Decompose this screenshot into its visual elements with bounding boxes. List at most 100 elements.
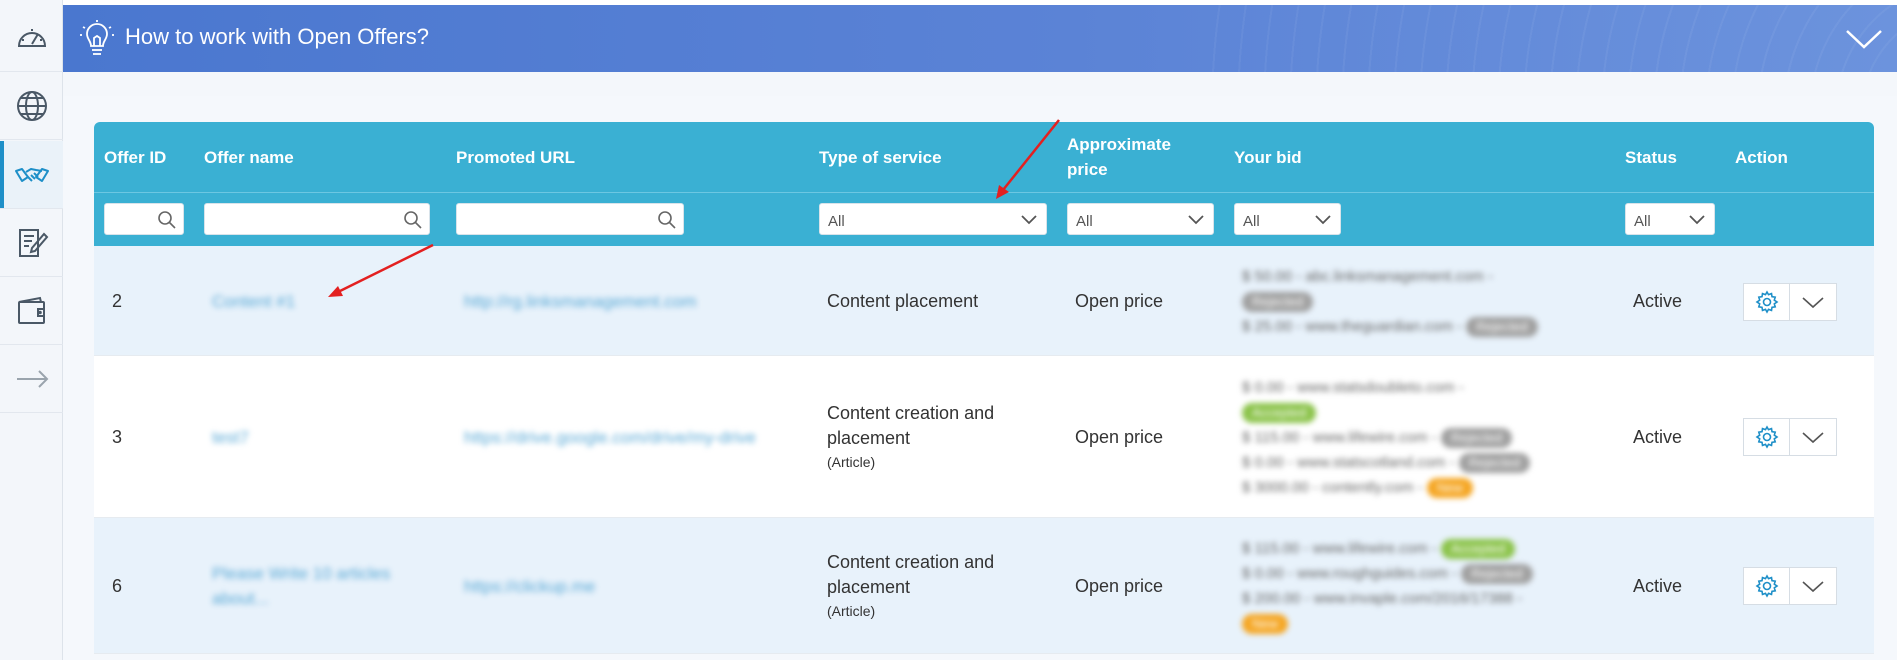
service-cell: Content creation and placement (Article) bbox=[827, 356, 1047, 518]
bids-cell: $ 0.00 - www.statsdoubleto.com - Accepte… bbox=[1242, 356, 1612, 518]
offer-id-cell: 6 bbox=[112, 575, 123, 596]
offer-id-cell: 2 bbox=[112, 290, 123, 311]
approximate-price-select-value: All bbox=[1076, 213, 1093, 230]
chevron-down-icon bbox=[1802, 297, 1824, 309]
col-your-bid[interactable]: Your bid bbox=[1234, 122, 1434, 192]
banner-title: How to work with Open Offers? bbox=[125, 24, 430, 49]
offer-name-filter-input[interactable] bbox=[204, 203, 430, 235]
offer-name-text: Content #1 bbox=[212, 291, 296, 311]
settings-button[interactable] bbox=[1743, 567, 1790, 605]
settings-button[interactable] bbox=[1743, 418, 1790, 456]
service-text: Content creation and placement bbox=[827, 552, 995, 597]
chevron-down-icon bbox=[1802, 581, 1824, 593]
bid-text: $ 0.00 - www.statscotland.com - bbox=[1242, 453, 1455, 471]
expand-row-button[interactable] bbox=[1790, 418, 1837, 456]
bid-status-badge: Rejected bbox=[1440, 427, 1513, 448]
offers-table: Offer ID Offer name Promoted URL Type of… bbox=[94, 122, 1874, 654]
wallet-icon bbox=[17, 296, 45, 324]
bids-cell: $ 50.00 - abc.linksmanagement.com - Reje… bbox=[1242, 246, 1612, 356]
edit-document-icon bbox=[18, 228, 48, 257]
gear-icon bbox=[1755, 290, 1778, 314]
bid-text: $ 115.00 - www.lifewire.com - bbox=[1242, 428, 1437, 446]
sidebar bbox=[0, 0, 63, 660]
table-row: 6 Please Write 10 articles about... http… bbox=[94, 518, 1874, 654]
promoted-url-text: https://clickup.me bbox=[464, 576, 596, 596]
col-action: Action bbox=[1735, 147, 1788, 167]
service-subtype: (Article) bbox=[827, 603, 876, 619]
sidebar-item-content[interactable] bbox=[0, 209, 63, 277]
sidebar-item-logout[interactable] bbox=[0, 345, 63, 413]
sidebar-item-open-offers[interactable] bbox=[0, 141, 63, 209]
status-cell: Active bbox=[1633, 426, 1683, 447]
sidebar-item-websites[interactable] bbox=[0, 72, 63, 140]
promoted-url-link[interactable]: https://drive.google.com/drive/my-drive bbox=[464, 356, 794, 518]
row-actions bbox=[1743, 418, 1837, 456]
bid-status-badge: New bbox=[1242, 614, 1289, 634]
status-select[interactable]: All bbox=[1625, 203, 1715, 235]
col-promoted-url[interactable]: Promoted URL bbox=[456, 122, 656, 192]
price-cell: Open price bbox=[1075, 426, 1164, 447]
offer-name-text: test7 bbox=[212, 427, 249, 447]
help-banner[interactable]: How to work with Open Offers? bbox=[63, 5, 1897, 72]
speedometer-icon bbox=[17, 28, 46, 47]
bid-status-badge: Rejected bbox=[1458, 452, 1531, 473]
offer-name-link[interactable]: test7 bbox=[212, 356, 412, 518]
expand-row-button[interactable] bbox=[1790, 567, 1837, 605]
chevron-down-icon bbox=[1315, 215, 1331, 225]
service-cell: Content creation and placement (Article) bbox=[827, 518, 1047, 654]
offer-id-cell: 3 bbox=[112, 426, 123, 447]
promoted-url-filter-input[interactable] bbox=[456, 203, 684, 235]
service-subtype: (Article) bbox=[827, 454, 876, 470]
search-icon bbox=[404, 211, 422, 229]
promoted-url-link[interactable]: https://clickup.me bbox=[464, 518, 794, 654]
bid-text: $ 0.00 - www.statsdoubleto.com - bbox=[1242, 378, 1464, 396]
bid-text: $ 25.00 - www.theguardian.com - bbox=[1242, 317, 1463, 335]
price-cell: Open price bbox=[1075, 575, 1164, 596]
status-cell: Active bbox=[1633, 290, 1683, 311]
expand-row-button[interactable] bbox=[1790, 283, 1837, 321]
globe-icon bbox=[16, 90, 47, 121]
chevron-down-icon bbox=[1802, 432, 1824, 444]
your-bid-select[interactable]: All bbox=[1234, 203, 1341, 235]
table-row: 3 test7 https://drive.google.com/drive/m… bbox=[94, 356, 1874, 518]
lightbulb-icon bbox=[80, 20, 114, 55]
offer-name-text: Please Write 10 articles about... bbox=[212, 564, 391, 608]
bid-status-badge: Accepted bbox=[1440, 539, 1516, 559]
gear-icon bbox=[1755, 425, 1778, 449]
col-status[interactable]: Status bbox=[1625, 122, 1705, 192]
bid-status-badge: Rejected bbox=[1242, 291, 1314, 312]
col-approximate-price-line1: Approximate bbox=[1067, 135, 1171, 154]
sidebar-item-dashboard[interactable] bbox=[0, 4, 63, 72]
gear-icon bbox=[1755, 574, 1778, 598]
col-offer-id[interactable]: Offer ID bbox=[104, 122, 194, 192]
col-approximate-price[interactable]: Approximate price bbox=[1067, 122, 1217, 192]
promoted-url-text: https://drive.google.com/drive/my-drive bbox=[464, 427, 756, 447]
type-of-service-select[interactable]: All bbox=[819, 203, 1047, 235]
price-cell: Open price bbox=[1075, 290, 1164, 311]
chevron-down-icon bbox=[1021, 215, 1037, 225]
content-area: Offer ID Offer name Promoted URL Type of… bbox=[63, 96, 1897, 660]
chevron-down-icon[interactable] bbox=[1845, 27, 1883, 51]
approximate-price-select[interactable]: All bbox=[1067, 203, 1214, 235]
service-cell: Content placement bbox=[827, 246, 1047, 356]
arrow-right-icon bbox=[16, 369, 48, 388]
col-type-of-service[interactable]: Type of service bbox=[819, 122, 1019, 192]
search-icon bbox=[158, 211, 176, 229]
filter-row: All All All All bbox=[94, 192, 1874, 246]
col-offer-name[interactable]: Offer name bbox=[204, 122, 404, 192]
offer-name-link[interactable]: Please Write 10 articles about... bbox=[212, 518, 412, 654]
bid-text: $ 200.00 - www.invaple.com/2016/17388 - bbox=[1242, 590, 1523, 607]
promoted-url-link[interactable]: http://rg.linksmanagement.com bbox=[464, 246, 794, 356]
settings-button[interactable] bbox=[1743, 283, 1790, 321]
type-of-service-select-value: All bbox=[828, 213, 845, 230]
offer-id-filter-input[interactable] bbox=[104, 203, 184, 235]
offer-name-link[interactable]: Content #1 bbox=[212, 246, 412, 356]
bid-status-badge: New bbox=[1426, 477, 1473, 498]
sidebar-item-wallet[interactable] bbox=[0, 277, 63, 345]
bid-status-badge: Rejected bbox=[1466, 316, 1538, 337]
bid-text: $ 0.00 - www.roughguides.com - bbox=[1242, 565, 1458, 582]
status-select-value: All bbox=[1634, 213, 1651, 230]
bid-status-badge: Rejected bbox=[1461, 564, 1533, 584]
service-text: Content creation and placement bbox=[827, 403, 995, 448]
bid-text: $ 3000.00 - contently.com - bbox=[1242, 478, 1423, 496]
